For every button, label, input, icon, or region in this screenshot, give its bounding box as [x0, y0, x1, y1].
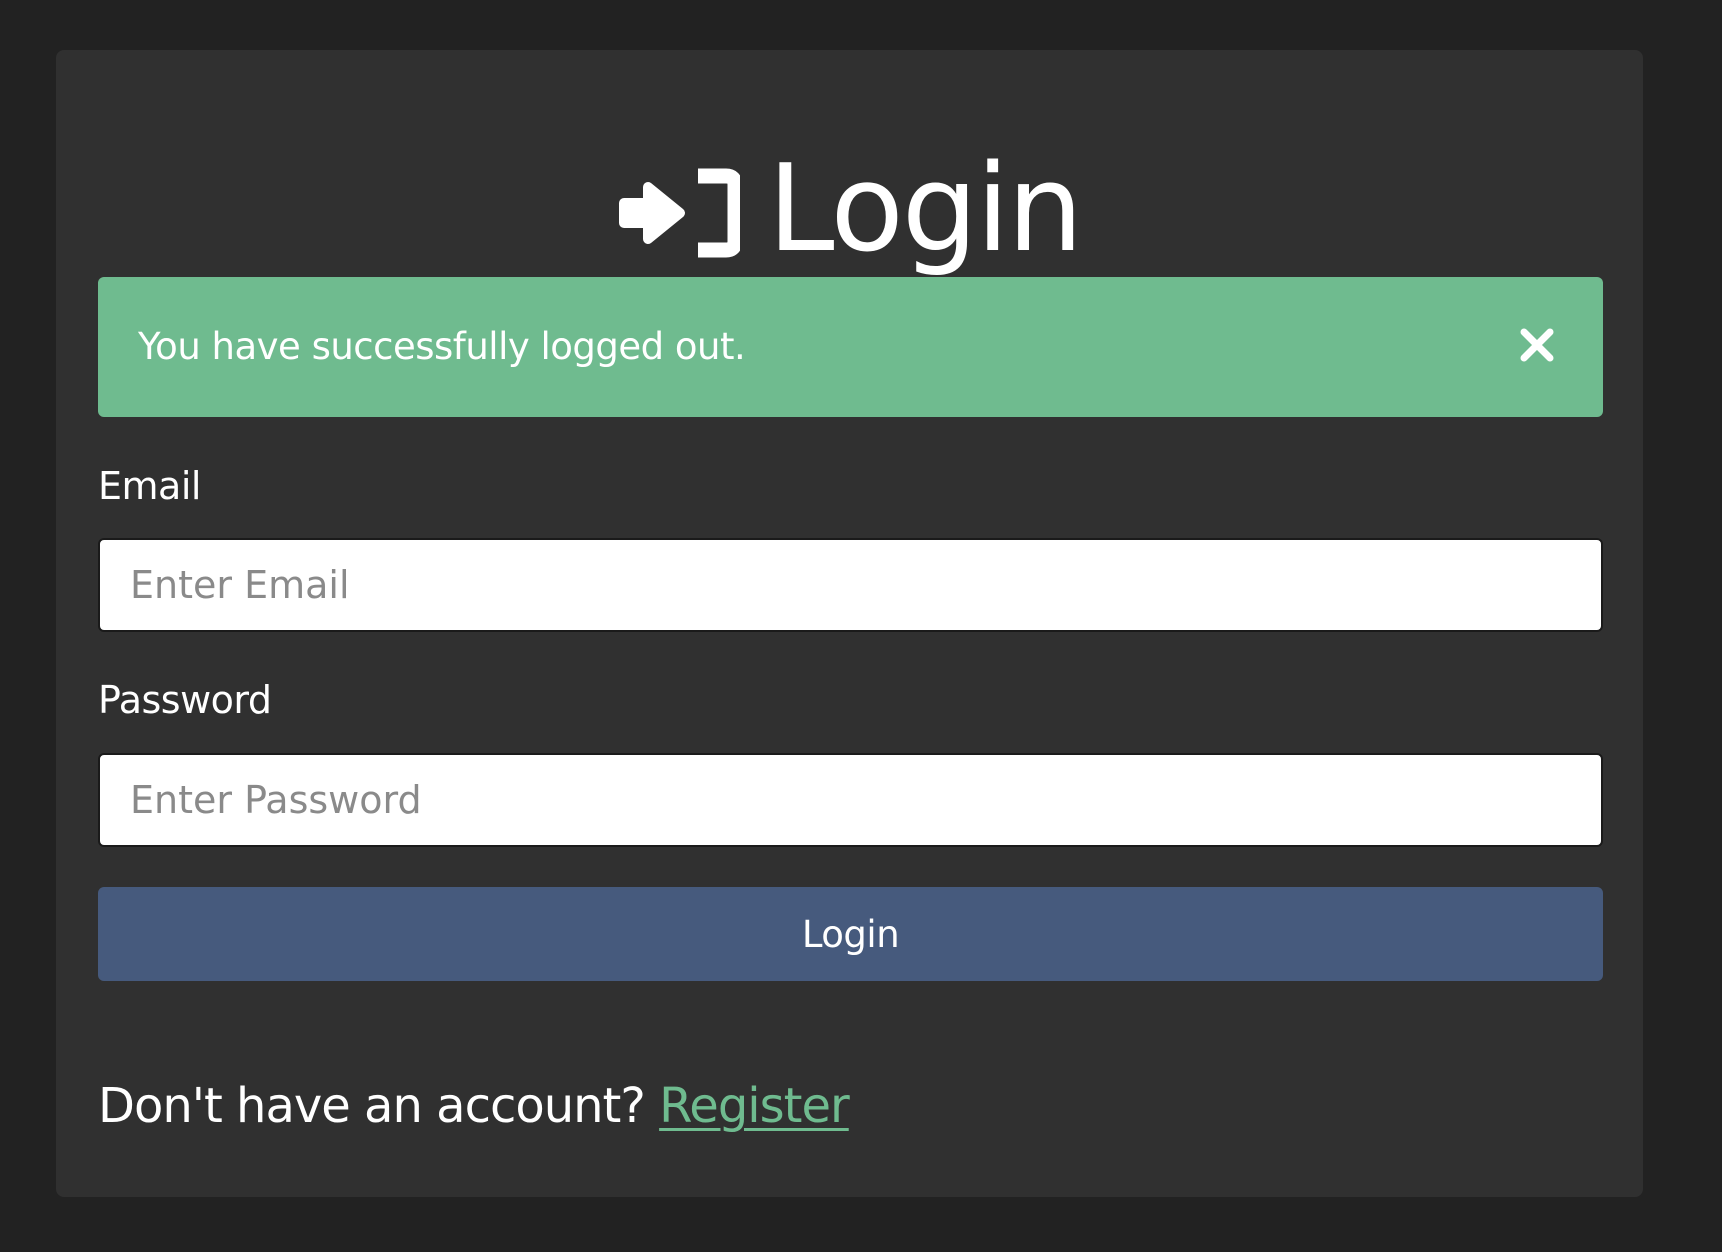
alert-message: You have successfully logged out.: [138, 325, 746, 368]
page-title: Login: [767, 140, 1084, 279]
register-link[interactable]: Register: [659, 1078, 850, 1134]
close-icon[interactable]: [1519, 327, 1555, 363]
page-header: Login: [56, 150, 1643, 270]
login-button[interactable]: Login: [98, 887, 1603, 981]
register-prompt-text: Don't have an account?: [98, 1078, 660, 1134]
email-field[interactable]: [98, 538, 1603, 632]
success-alert: You have successfully logged out.: [98, 277, 1603, 417]
register-prompt: Don't have an account? Register: [98, 1078, 850, 1134]
email-label: Email: [98, 464, 201, 508]
sign-in-icon: [618, 165, 740, 261]
login-card: Login You have successfully logged out. …: [56, 50, 1643, 1197]
password-field[interactable]: [98, 753, 1603, 847]
password-label: Password: [98, 678, 272, 722]
